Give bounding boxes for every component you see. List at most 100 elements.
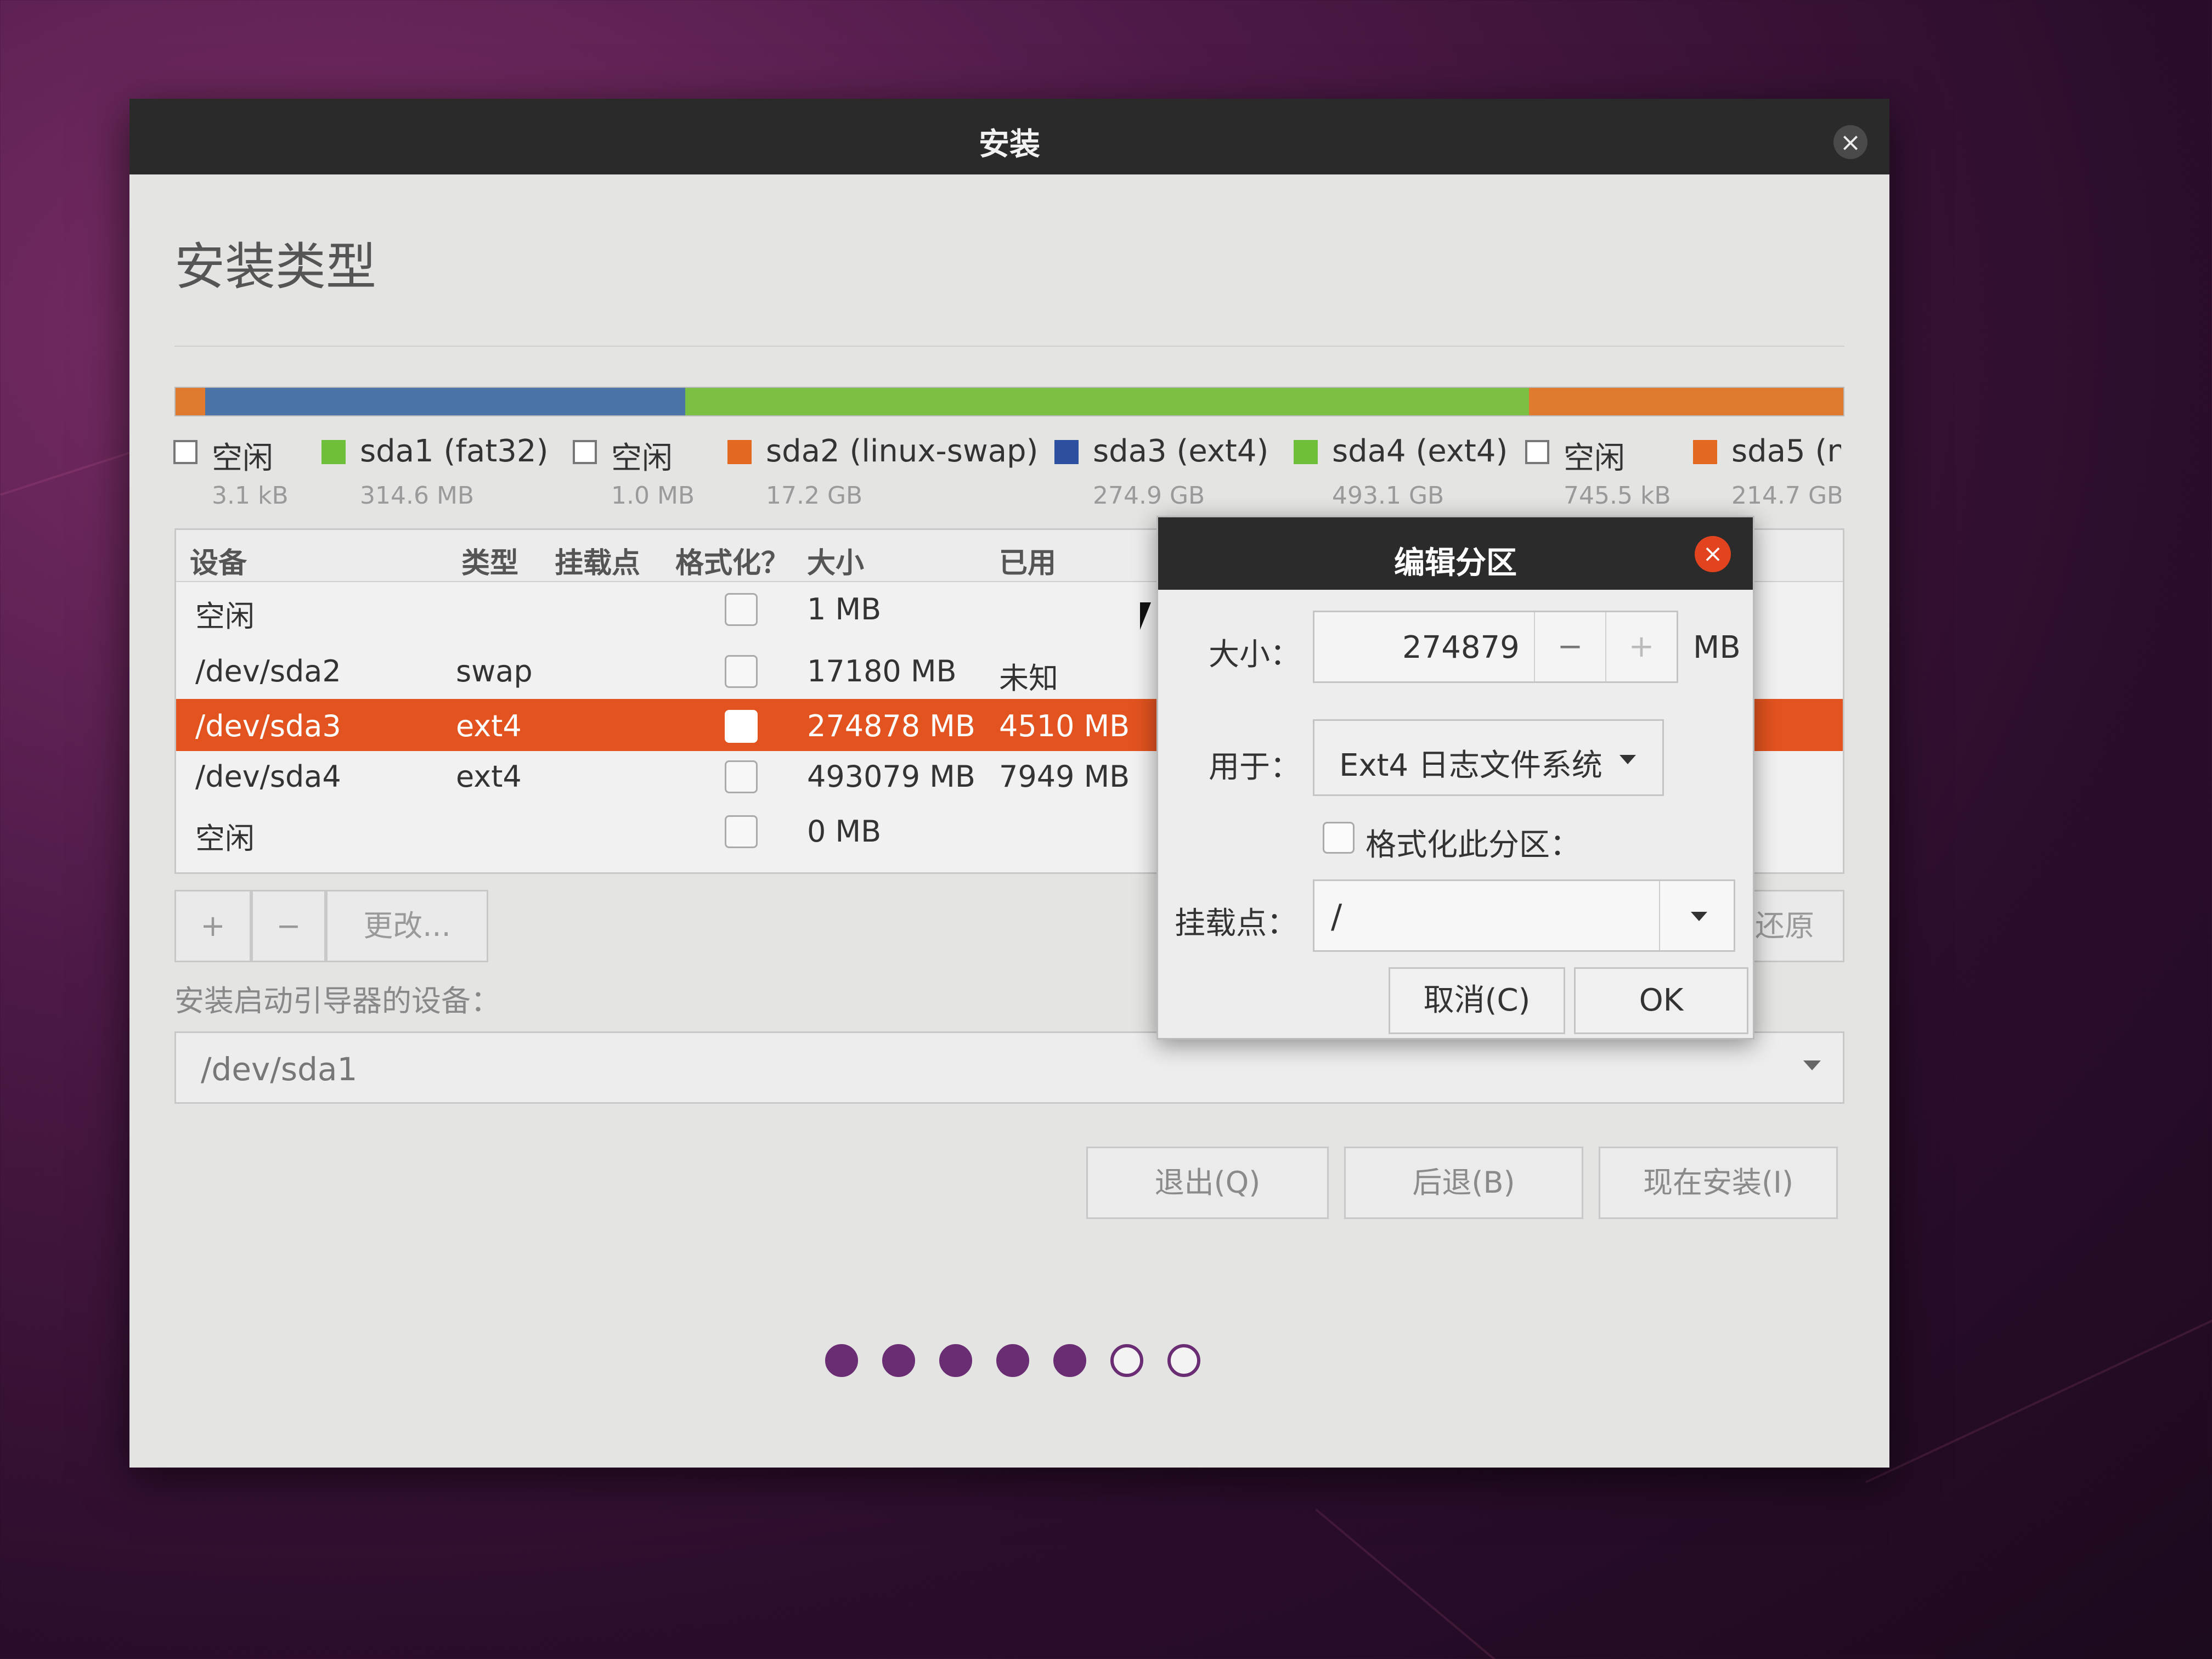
cell-device: /dev/sda3	[195, 709, 341, 743]
bootloader-value: /dev/sda1	[201, 1051, 358, 1088]
format-checkbox[interactable]	[725, 815, 758, 848]
col-mount[interactable]: 挂载点	[555, 540, 640, 581]
title-bar: 安装 ×	[129, 99, 1889, 174]
cell-device: /dev/sda2	[195, 654, 341, 689]
bootloader-select[interactable]: /dev/sda1	[174, 1031, 1844, 1104]
close-icon[interactable]: ×	[1833, 125, 1867, 159]
col-used[interactable]: 已用	[999, 540, 1056, 581]
size-spinner[interactable]: 274879 − +	[1313, 611, 1678, 683]
ok-button[interactable]: OK	[1574, 967, 1748, 1034]
cell-size: 274878 MB	[807, 709, 975, 743]
progress-dot	[939, 1344, 972, 1377]
legend-swatch	[1054, 440, 1079, 464]
size-label: 大小：	[1209, 637, 1301, 673]
format-checkbox[interactable]	[725, 593, 758, 626]
change-partition-button[interactable]: 更改...	[326, 890, 488, 962]
legend-size: 17.2 GB	[766, 482, 863, 510]
cell-type: ext4	[456, 759, 522, 794]
legend-name: sda2 (linux-swap)	[766, 433, 1039, 469]
legend-name: sda5 (n	[1731, 433, 1841, 469]
decrease-button[interactable]: −	[1534, 612, 1605, 681]
legend-item: sda5 (n 214.7 GB	[1693, 433, 1841, 516]
cell-size: 493079 MB	[807, 759, 975, 794]
cell-size: 17180 MB	[807, 654, 957, 689]
legend-size: 214.7 GB	[1731, 482, 1841, 510]
cell-device: 空闲	[195, 821, 255, 856]
progress-dot	[1053, 1344, 1086, 1377]
size-input[interactable]: 274879	[1402, 630, 1520, 665]
partition-bar-segment	[685, 388, 1529, 415]
back-button[interactable]: 后退(B)	[1344, 1147, 1583, 1219]
legend-size: 493.1 GB	[1332, 482, 1444, 510]
use-as-select[interactable]: Ext4 日志文件系统	[1313, 719, 1664, 796]
chevron-down-icon[interactable]	[1691, 912, 1707, 921]
page-title: 安装类型	[174, 238, 377, 296]
chevron-down-icon	[1803, 1060, 1821, 1070]
partition-bar	[174, 387, 1844, 416]
partition-bar-segment	[1528, 388, 1843, 415]
increase-button[interactable]: +	[1605, 612, 1677, 681]
legend-size: 274.9 GB	[1093, 482, 1205, 510]
progress-dot	[996, 1344, 1029, 1377]
cell-size: 1 MB	[807, 592, 882, 627]
mouse-cursor-icon	[1140, 602, 1151, 630]
progress-dot	[1167, 1344, 1200, 1377]
cancel-button[interactable]: 取消(C)	[1389, 967, 1565, 1034]
legend-size: 314.6 MB	[360, 482, 475, 510]
legend-name: sda3 (ext4)	[1093, 433, 1269, 469]
remove-partition-button[interactable]: −	[251, 890, 326, 962]
mount-point-combo[interactable]: /	[1313, 879, 1735, 952]
cell-device: 空闲	[195, 599, 255, 634]
legend-swatch	[1693, 440, 1717, 464]
legend-swatch	[573, 440, 597, 464]
mount-point-input[interactable]: /	[1331, 898, 1342, 936]
close-icon[interactable]: ×	[1695, 536, 1731, 572]
legend-name: 空闲	[1564, 441, 1625, 476]
bootloader-label: 安装启动引导器的设备：	[174, 984, 500, 1018]
format-checkbox[interactable]	[725, 655, 758, 688]
legend-swatch	[1525, 440, 1549, 464]
legend-swatch	[173, 440, 198, 464]
legend-size: 1.0 MB	[611, 482, 695, 510]
dialog-title: 编辑分区	[1394, 545, 1517, 581]
format-checkbox[interactable]	[725, 710, 758, 743]
table-button-group: + − 更改...	[174, 890, 488, 962]
cell-used: 7949 MB	[999, 759, 1130, 794]
legend-size: 745.5 kB	[1564, 482, 1671, 510]
col-size[interactable]: 大小	[807, 540, 864, 581]
window-title: 安装	[979, 127, 1040, 162]
cell-size: 0 MB	[807, 814, 882, 849]
partition-bar-segment	[176, 388, 206, 415]
cell-device: /dev/sda4	[195, 759, 341, 794]
add-partition-button[interactable]: +	[174, 890, 251, 962]
restore-button[interactable]: 还原	[1742, 890, 1844, 962]
legend-swatch	[1294, 440, 1318, 464]
format-label[interactable]: 格式化此分区：	[1365, 820, 1581, 865]
col-device[interactable]: 设备	[190, 540, 247, 581]
quit-button[interactable]: 退出(Q)	[1086, 1147, 1329, 1219]
progress-dot	[825, 1344, 858, 1377]
format-checkbox[interactable]	[1323, 822, 1355, 854]
legend-name: 空闲	[212, 441, 273, 476]
install-now-button[interactable]: 现在安装(I)	[1599, 1147, 1838, 1219]
col-format[interactable]: 格式化？	[675, 540, 789, 581]
progress-dot	[882, 1344, 915, 1377]
partition-bar-segment	[205, 388, 685, 415]
cell-used: 未知	[999, 661, 1058, 696]
legend-size: 3.1 kB	[212, 482, 289, 510]
divider	[174, 346, 1844, 347]
cell-used: 4510 MB	[999, 709, 1130, 743]
legend-name: sda1 (fat32)	[360, 433, 549, 469]
edit-partition-dialog: 编辑分区 × 大小： 274879 − + MB 用于： Ext4 日志文件系统…	[1156, 516, 1754, 1040]
format-checkbox[interactable]	[725, 760, 758, 793]
legend-name: 空闲	[611, 441, 673, 476]
cell-type: swap	[456, 654, 533, 689]
chevron-down-icon	[1620, 755, 1636, 764]
legend-swatch	[321, 440, 346, 464]
divider	[1659, 881, 1660, 950]
dialog-title-bar: 编辑分区 ×	[1158, 517, 1753, 590]
cell-type: ext4	[456, 709, 522, 743]
col-type[interactable]: 类型	[461, 540, 518, 581]
mount-point-label: 挂载点：	[1175, 906, 1297, 941]
use-as-value: Ext4 日志文件系统	[1339, 748, 1602, 783]
